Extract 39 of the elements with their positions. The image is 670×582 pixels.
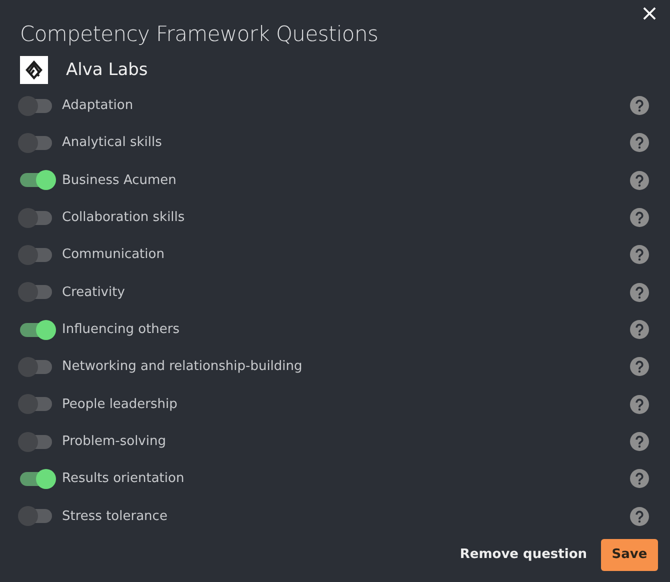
toggle-switch[interactable] xyxy=(20,98,52,113)
dialog-title: Competency Framework Questions xyxy=(20,21,380,48)
question-label: Creativity xyxy=(62,284,126,300)
question-label: Results orientation xyxy=(62,471,186,486)
question-label: Analytical skills xyxy=(62,135,163,150)
toggle-switch[interactable] xyxy=(20,509,52,524)
help-icon[interactable] xyxy=(630,133,649,152)
question-label: Adaptation xyxy=(62,98,134,114)
help-icon[interactable] xyxy=(630,357,649,376)
help-icon[interactable] xyxy=(630,170,649,190)
toggle-switch[interactable] xyxy=(20,210,52,225)
question-label: Collaboration skills xyxy=(62,210,186,226)
help-icon[interactable] xyxy=(630,432,649,452)
close-icon[interactable] xyxy=(643,7,656,20)
toggle-switch[interactable] xyxy=(20,285,52,300)
question-label: Business Acumen xyxy=(62,172,178,188)
save-button[interactable]: Save xyxy=(601,538,658,571)
help-icon[interactable] xyxy=(630,469,649,488)
help-icon[interactable] xyxy=(630,208,649,228)
question-label: Stress tolerance xyxy=(62,508,168,524)
company-name: Alva Labs xyxy=(66,60,148,80)
help-icon[interactable] xyxy=(630,506,649,526)
question-label: Communication xyxy=(62,247,166,262)
question-label: Problem-solving xyxy=(62,434,167,450)
remove-question-button[interactable]: Remove question xyxy=(460,539,587,570)
toggle-switch[interactable] xyxy=(20,397,52,412)
toggle-switch[interactable] xyxy=(20,434,52,449)
question-label: Influencing others xyxy=(62,322,181,338)
help-icon[interactable] xyxy=(630,245,649,264)
toggle-switch[interactable] xyxy=(20,248,52,262)
help-icon[interactable] xyxy=(630,394,649,414)
help-icon[interactable] xyxy=(630,282,649,302)
question-label: People leadership xyxy=(62,396,178,412)
logo-icon xyxy=(20,56,48,84)
toggle-switch[interactable] xyxy=(20,360,52,374)
question-label: Networking and relationship-building xyxy=(62,359,304,374)
help-icon[interactable] xyxy=(630,96,649,116)
toggle-switch[interactable] xyxy=(20,136,52,150)
help-icon[interactable] xyxy=(630,320,649,340)
